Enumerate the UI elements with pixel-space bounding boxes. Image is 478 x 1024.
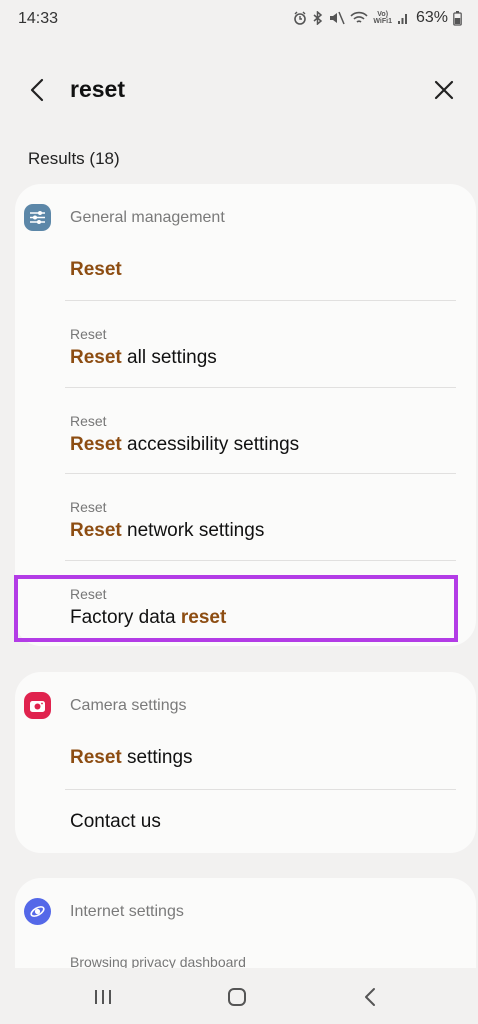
close-icon [434,80,454,100]
back-button[interactable] [22,74,54,106]
result-title: Reset settings [70,747,193,768]
status-bar: 14:33 Vo) WiFi1 63% [0,0,478,40]
result-reset-network-settings[interactable]: Reset Reset network settings [15,474,476,561]
signal-icon [397,11,409,25]
result-title: Reset accessibility settings [70,434,300,455]
annotation-highlight-box [14,575,458,642]
recent-apps-icon [95,990,111,1004]
section-title: Camera settings [70,697,187,714]
home-icon [228,988,246,1006]
result-reset-all-settings[interactable]: Reset Reset all settings [15,301,476,388]
section-header: Camera settings [15,684,476,728]
navigation-bar [0,968,478,1024]
section-title: Internet settings [70,903,184,920]
clear-search-button[interactable] [428,74,460,106]
search-toolbar: reset [0,60,478,120]
result-title: Contact us [70,811,161,832]
section-title: General management [70,209,225,226]
section-header: Internet settings [15,890,476,934]
section-header: General management [15,196,476,240]
results-count: Results (18) [28,149,120,168]
back-arrow-icon [30,78,44,102]
result-reset-camera-settings[interactable]: Reset settings [15,732,476,786]
result-crumb: Reset [70,326,107,342]
search-input[interactable]: reset [70,76,125,103]
battery-icon [453,10,462,26]
back-chevron-icon [365,988,375,1006]
bluetooth-icon [312,11,324,25]
status-icons: Vo) WiFi1 63% [293,9,462,27]
section-camera-settings: Camera settings Reset settings Contact u… [15,672,476,853]
mute-icon [329,11,346,25]
wifi-icon [350,11,368,25]
internet-icon [24,898,51,925]
battery-percent: 63% [415,9,448,26]
vowifi-icon: Vo) WiFi1 [373,11,392,25]
camera-icon [24,692,51,719]
alarm-icon [293,11,307,25]
result-crumb: Reset [70,413,107,429]
result-crumb: Reset [70,499,107,515]
result-reset[interactable]: Reset [15,240,476,300]
result-title: Reset network settings [70,520,265,541]
result-title: Reset [70,259,122,280]
status-time: 14:33 [18,10,59,27]
sliders-icon [24,204,51,231]
result-reset-accessibility-settings[interactable]: Reset Reset accessibility settings [15,388,476,474]
result-title: Reset all settings [70,347,217,368]
home-button[interactable] [222,982,252,1012]
recent-apps-button[interactable] [88,982,118,1012]
result-contact-us[interactable]: Contact us [15,790,476,850]
back-nav-button[interactable] [356,982,386,1012]
